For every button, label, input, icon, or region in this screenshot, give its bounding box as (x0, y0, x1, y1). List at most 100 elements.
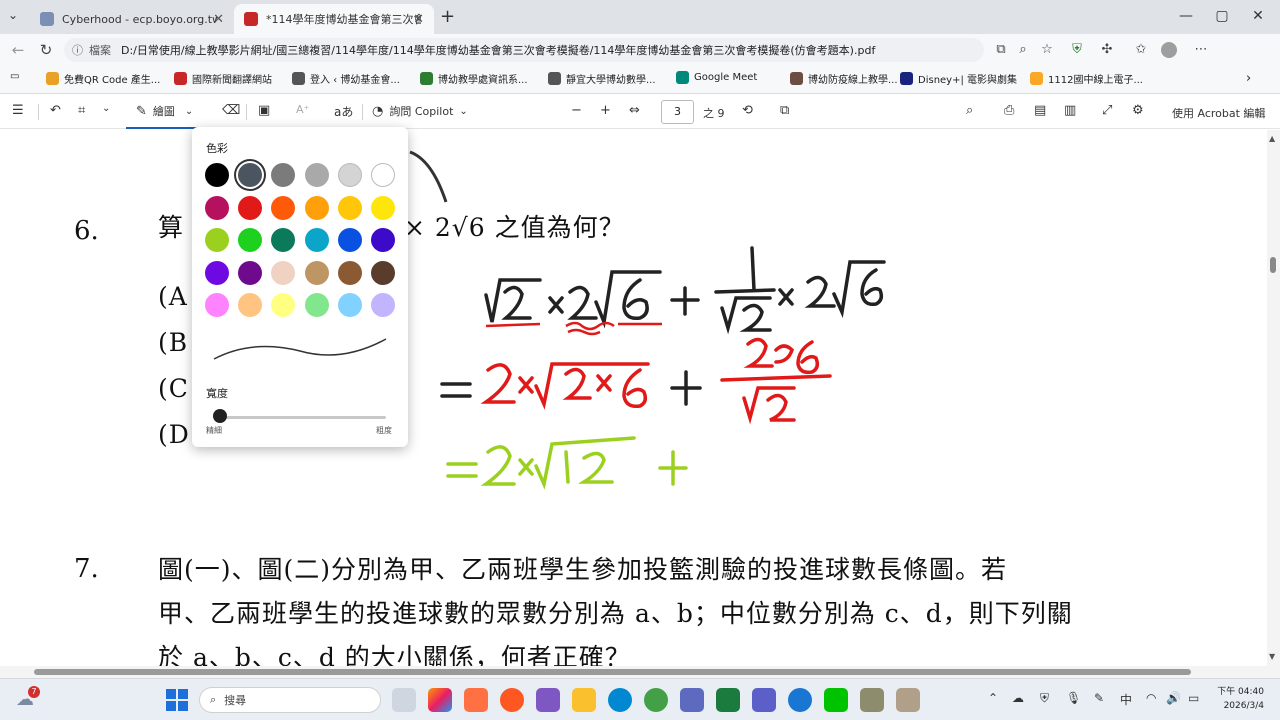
fit-page-icon[interactable]: ⇔ (629, 103, 640, 118)
width-slider-handle[interactable] (213, 409, 227, 423)
input-method[interactable]: 中 (1120, 691, 1132, 708)
tab-pdf[interactable]: *114學年度博幼基金會第三次會考 ✕ (234, 4, 434, 34)
color-swatch[interactable] (337, 260, 362, 285)
info-icon[interactable]: ⓘ (72, 42, 83, 58)
color-swatch[interactable] (371, 195, 395, 220)
bookmark-item[interactable]: 博幼防疫線上教學... (790, 71, 898, 86)
color-swatch[interactable] (205, 228, 229, 252)
color-swatch[interactable] (271, 163, 296, 187)
color-swatch[interactable] (271, 228, 296, 252)
color-swatch[interactable] (205, 163, 229, 187)
undo-icon[interactable]: ↶ (50, 103, 61, 118)
save-as-icon[interactable]: ▥ (1064, 103, 1076, 118)
app-icon[interactable] (860, 688, 884, 712)
app-icon[interactable] (896, 688, 920, 712)
read-aloud-icon[interactable]: aあ (334, 103, 353, 120)
contents-list-icon[interactable]: ☰ (12, 103, 24, 118)
taskbar-search-box[interactable]: ⌕ 搜尋 (199, 687, 381, 713)
chevron-up-icon[interactable]: ⌃ (988, 691, 998, 705)
snipping-tool-icon[interactable] (680, 688, 704, 712)
extensions-icon[interactable]: ✣ (1098, 42, 1116, 57)
bookmark-item[interactable]: 免費QR Code 產生... (46, 71, 160, 86)
back-arrow-icon[interactable]: ← (8, 41, 28, 59)
scroll-up-icon[interactable]: ▲ (1269, 134, 1275, 143)
bookmark-item[interactable]: 國際新聞翻譯網站 (174, 71, 272, 86)
color-swatch[interactable] (304, 293, 329, 317)
ask-copilot-button[interactable]: ◔ 詢問 Copilot ⌄ (372, 103, 468, 119)
color-swatch[interactable] (238, 260, 263, 285)
address-bar[interactable]: ⓘ 檔案 D:/日常使用/線上教學影片網址/國三總複習/114學年度/114學年… (64, 38, 984, 62)
security-icon[interactable]: ⛨ (1040, 691, 1049, 706)
color-swatch[interactable] (238, 293, 263, 317)
vertical-scrollbar[interactable]: ▲ ▼ (1267, 130, 1280, 666)
print-icon[interactable]: ⎙ (1004, 103, 1014, 118)
chevron-down-icon[interactable]: ⌄ (102, 103, 110, 114)
zoom-in-button[interactable]: + (600, 103, 611, 118)
bookmark-item[interactable]: 博幼教學處資訊系... (420, 71, 528, 86)
maximize-button[interactable]: ▢ (1212, 8, 1232, 24)
width-slider-track[interactable] (214, 416, 386, 419)
text-box-icon[interactable]: ▣ (258, 103, 270, 118)
chevron-right-icon[interactable]: › (1246, 71, 1251, 86)
color-swatch[interactable] (271, 260, 296, 285)
firefox-icon[interactable] (500, 688, 524, 712)
reload-icon[interactable]: ↻ (36, 41, 56, 59)
wifi-icon[interactable]: ◠ (1146, 691, 1156, 705)
color-swatch[interactable] (337, 293, 362, 317)
task-view-icon[interactable] (392, 688, 416, 712)
favorite-star-icon[interactable]: ☆ (1038, 42, 1056, 57)
shield-icon[interactable]: ⛨ (1068, 42, 1086, 57)
color-swatch[interactable] (205, 195, 229, 220)
tab-cyberhood[interactable]: Cyberhood - ecp.boyo.org.tw ✕ (30, 4, 234, 34)
battery-icon[interactable]: ▭ (1188, 691, 1199, 705)
color-swatch[interactable] (337, 195, 362, 220)
color-swatch[interactable] (304, 195, 329, 220)
settings-gear-icon[interactable]: ⚙ (1132, 103, 1144, 118)
pdf-page-viewport[interactable]: 6. 算 × 2√6 之值為何？ (A (B (C (D 7. 圖(一)、圖(二… (0, 130, 1267, 666)
new-tab-button[interactable]: + (440, 6, 455, 27)
translate-icon[interactable]: ⧉ (992, 42, 1010, 57)
pen-icon[interactable]: ✎ (1094, 691, 1104, 705)
m365-icon[interactable] (536, 688, 560, 712)
page-number-input[interactable]: 3 (661, 100, 694, 124)
color-swatch[interactable] (271, 195, 296, 220)
horizontal-scrollbar[interactable] (0, 666, 1280, 678)
chrome-icon[interactable] (644, 688, 668, 712)
save-icon[interactable]: ▤ (1034, 103, 1046, 118)
edit-with-acrobat-button[interactable]: 使用 Acrobat 編輯 (1172, 105, 1265, 121)
horizontal-scroll-thumb[interactable] (34, 669, 1191, 675)
color-swatch[interactable] (238, 228, 263, 252)
bookmark-item[interactable]: 1112國中線上電子... (1030, 71, 1143, 86)
color-swatch[interactable] (304, 163, 329, 187)
color-swatch[interactable] (238, 195, 263, 220)
color-swatch[interactable] (371, 228, 395, 252)
tab-list-chevron-icon[interactable]: ⌄ (8, 8, 18, 22)
chevron-down-icon[interactable]: ⌄ (185, 106, 193, 117)
favorites-icon[interactable]: ✩ (1132, 42, 1150, 57)
color-swatch[interactable] (371, 293, 395, 317)
minimize-button[interactable]: — (1176, 8, 1196, 24)
copilot-app-icon[interactable] (428, 688, 452, 712)
color-swatch[interactable] (304, 260, 329, 285)
draw-button[interactable]: ✎ 繪圖 ⌄ (126, 95, 206, 129)
rotate-icon[interactable]: ⟲ (742, 103, 753, 118)
color-swatch[interactable] (371, 163, 395, 187)
close-icon[interactable]: ✕ (413, 12, 424, 27)
line-app-icon[interactable] (824, 688, 848, 712)
more-menu-icon[interactable]: ⋯ (1192, 42, 1210, 57)
color-swatch[interactable] (205, 293, 229, 317)
file-explorer-icon[interactable] (572, 688, 596, 712)
start-windows-icon[interactable] (166, 689, 188, 711)
teams-icon[interactable] (752, 688, 776, 712)
color-swatch[interactable] (337, 228, 362, 252)
eraser-icon[interactable]: ⌫ (222, 103, 240, 118)
color-swatch[interactable] (371, 260, 395, 285)
edge-icon[interactable] (608, 688, 632, 712)
search-icon[interactable]: ⌕ (966, 103, 973, 118)
volume-icon[interactable]: 🔊 (1166, 691, 1181, 705)
vertical-scroll-thumb[interactable] (1270, 257, 1276, 273)
color-swatch[interactable] (271, 293, 296, 317)
search-app-icon[interactable] (464, 688, 488, 712)
zoom-icon[interactable]: ⌕ (1014, 42, 1032, 57)
onedrive-icon[interactable]: ☁ (1012, 691, 1024, 705)
